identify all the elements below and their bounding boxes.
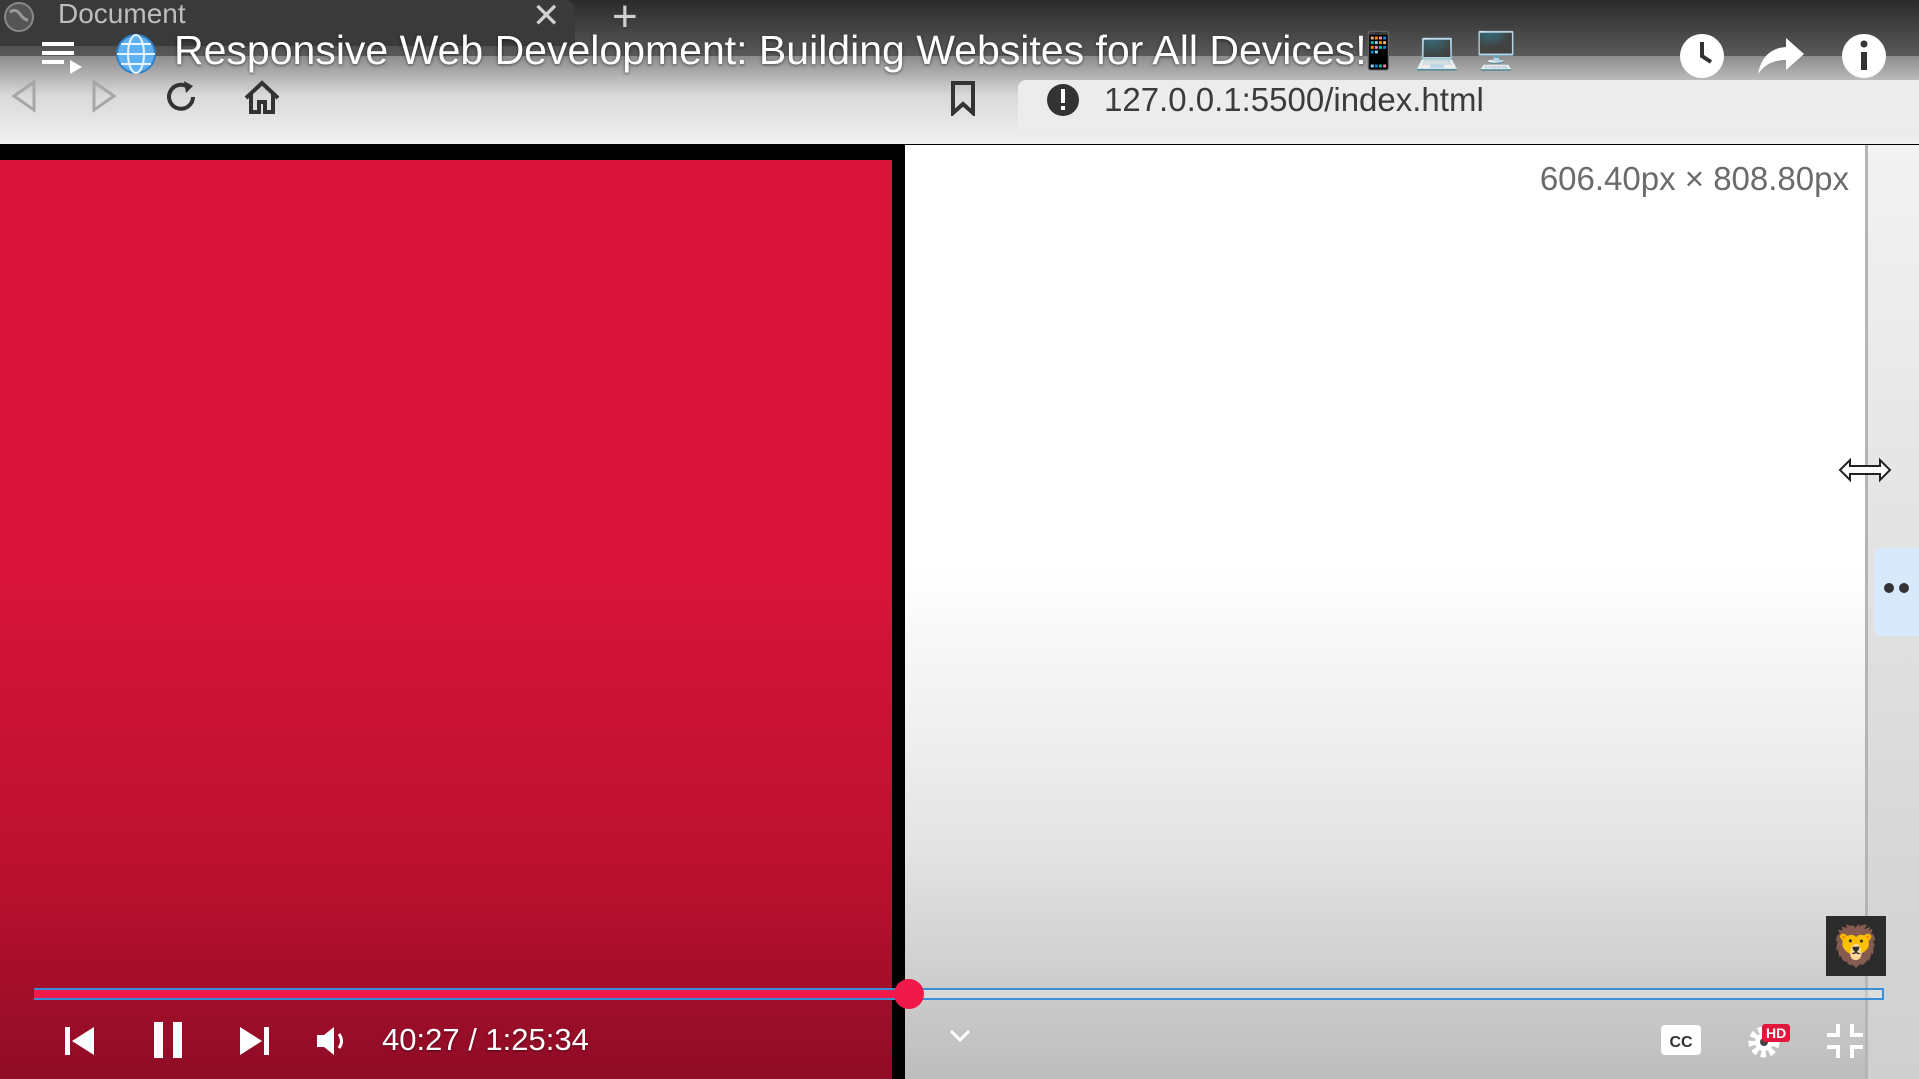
desktop-emoji: 🖥️ bbox=[1473, 30, 1519, 71]
playlist-icon[interactable] bbox=[40, 36, 84, 80]
back-icon[interactable] bbox=[8, 78, 40, 114]
duration: 1:25:34 bbox=[485, 1022, 589, 1057]
progress-scrubber[interactable] bbox=[893, 979, 924, 1009]
forward-icon[interactable] bbox=[88, 78, 120, 114]
hd-badge: HD bbox=[1762, 1024, 1791, 1042]
home-icon[interactable] bbox=[242, 78, 282, 116]
laptop-emoji: 💻 bbox=[1414, 30, 1460, 71]
red-content-box bbox=[0, 160, 892, 1079]
page-background bbox=[905, 145, 1865, 1079]
time-separator: / bbox=[459, 1022, 486, 1057]
clock-icon[interactable] bbox=[1678, 32, 1726, 80]
svg-text:CC: CC bbox=[1669, 1034, 1693, 1051]
channel-avatar[interactable]: 🦁 bbox=[1826, 916, 1886, 976]
globe-icon bbox=[4, 2, 34, 32]
viewport-dimensions: 606.40px × 808.80px bbox=[1539, 160, 1849, 197]
phone-emoji: 📱 bbox=[1356, 30, 1401, 71]
share-icon[interactable] bbox=[1756, 34, 1806, 78]
current-time: 40:27 bbox=[382, 1022, 460, 1057]
previous-icon[interactable] bbox=[62, 1024, 98, 1058]
reload-icon[interactable] bbox=[162, 78, 200, 116]
globe-icon bbox=[116, 34, 156, 74]
bookmark-icon[interactable] bbox=[948, 80, 978, 116]
exit-fullscreen-icon[interactable] bbox=[1825, 1022, 1865, 1060]
info-icon[interactable] bbox=[1840, 32, 1888, 80]
cc-icon[interactable]: CC bbox=[1660, 1024, 1702, 1056]
video-title[interactable]: Responsive Web Development: Building Web… bbox=[174, 27, 1367, 74]
progress-played bbox=[34, 990, 909, 998]
url-text[interactable]: 127.0.0.1:5500/index.html bbox=[1104, 80, 1484, 120]
pause-icon[interactable] bbox=[150, 1020, 186, 1060]
time-display: 40:27 / 1:25:34 bbox=[382, 1022, 589, 1058]
next-icon[interactable] bbox=[236, 1024, 272, 1058]
chevron-down-icon[interactable] bbox=[948, 1028, 972, 1044]
site-warning-icon[interactable] bbox=[1045, 82, 1081, 118]
tab-title: Document bbox=[58, 0, 186, 29]
volume-icon[interactable] bbox=[314, 1024, 350, 1058]
title-emojis: 📱 💻 🖥️ bbox=[1356, 30, 1518, 72]
dots-icon bbox=[1884, 583, 1909, 593]
resize-cursor-icon[interactable] bbox=[1836, 455, 1894, 485]
devtools-handle[interactable] bbox=[1874, 548, 1919, 636]
